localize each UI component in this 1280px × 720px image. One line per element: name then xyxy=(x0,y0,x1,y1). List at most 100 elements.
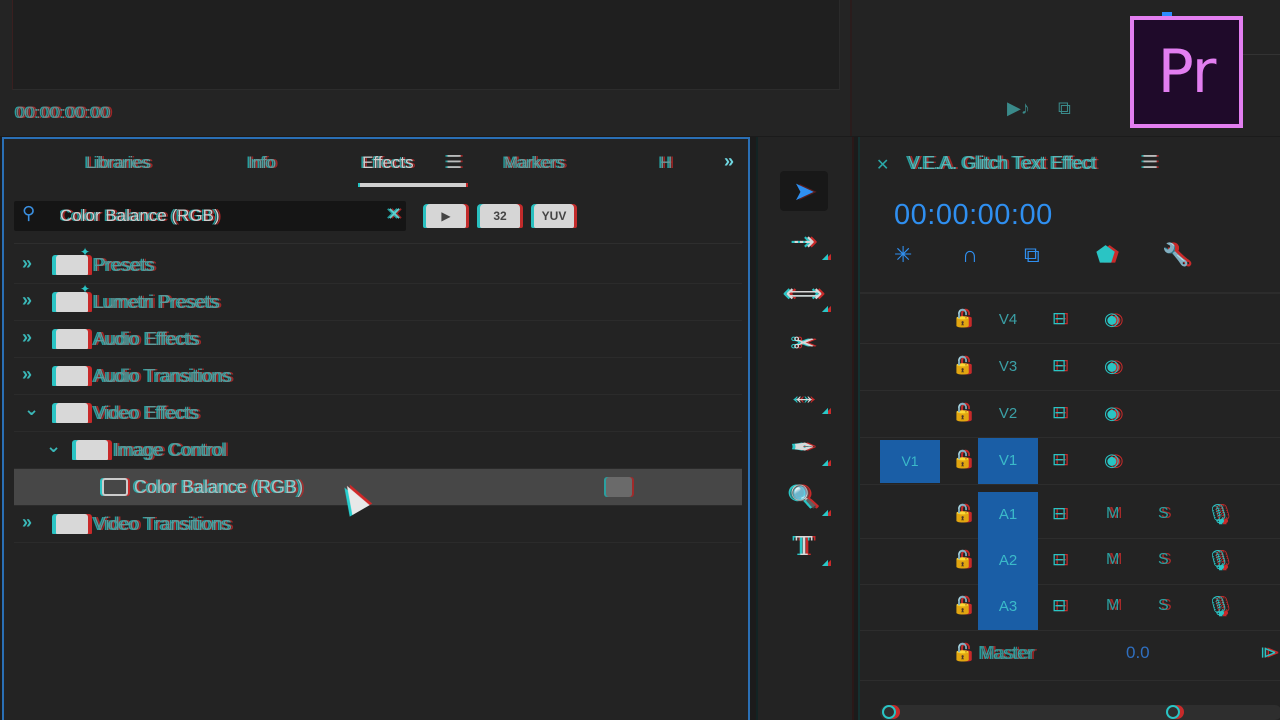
eye-icon[interactable]: ◉ xyxy=(1104,356,1120,377)
ripple-edit-tool-button[interactable]: ⟺ ◢ xyxy=(780,273,828,314)
tree-item-color-balance-rgb[interactable]: Color Balance (RGB) xyxy=(14,469,742,506)
export-frame-icon[interactable]: ⧉ xyxy=(1058,98,1071,119)
ripple-edit-icon: ⟺ xyxy=(785,277,823,308)
linked-selection-icon[interactable]: ⧉ xyxy=(1024,242,1040,268)
submenu-corner-icon: ◢ xyxy=(821,304,828,313)
clear-search-icon[interactable]: ✕ xyxy=(387,204,402,225)
lock-icon[interactable]: 🔓 xyxy=(952,309,973,329)
solo-button[interactable]: S xyxy=(1158,551,1169,569)
tab-libraries[interactable]: Libraries xyxy=(86,153,151,173)
scroll-handle-left[interactable] xyxy=(882,705,896,719)
eye-icon[interactable]: ◉ xyxy=(1104,450,1120,471)
accelerated-effects-filter-button[interactable]: ▶ xyxy=(426,204,466,228)
tree-item-presets[interactable]: » Presets xyxy=(14,245,742,284)
source-patch-v1[interactable]: V1 xyxy=(880,440,940,483)
logo-text: Pr xyxy=(1157,37,1217,107)
chevron-right-icon[interactable]: » xyxy=(22,512,32,533)
go-to-end-icon[interactable]: ⧐ xyxy=(1260,643,1277,663)
chevron-down-icon[interactable]: ⌄ xyxy=(24,399,39,420)
mute-button[interactable]: M xyxy=(1106,597,1119,615)
selection-tool-button[interactable]: ➤ xyxy=(780,171,828,211)
close-sequence-icon[interactable]: ✕ xyxy=(876,155,889,175)
scroll-handle-right[interactable] xyxy=(1166,705,1180,719)
tree-item-image-control[interactable]: ⌄ Image Control xyxy=(14,432,742,469)
track-name[interactable]: V1 xyxy=(978,438,1038,484)
lock-icon[interactable]: 🔓 xyxy=(952,356,973,376)
lock-icon[interactable]: 🔓 xyxy=(952,596,973,616)
track-name[interactable]: V3 xyxy=(978,344,1038,390)
add-marker-icon[interactable]: ⬟ xyxy=(1096,242,1115,268)
timeline-menu-icon[interactable]: ☰ xyxy=(1142,152,1158,173)
microphone-icon[interactable]: 🎙 xyxy=(1206,594,1231,619)
eye-icon[interactable]: ◉ xyxy=(1104,403,1120,424)
sequence-title[interactable]: V.E.A. Glitch Text Effect xyxy=(908,153,1097,174)
solo-button[interactable]: S xyxy=(1158,505,1169,523)
submenu-corner-icon: ◢ xyxy=(821,458,828,467)
track-name[interactable]: A3 xyxy=(978,584,1038,630)
mute-button[interactable]: M xyxy=(1106,551,1119,569)
microphone-icon[interactable]: 🎙 xyxy=(1206,548,1231,573)
track-master: 🔓 Master 0.0 ⧐ xyxy=(860,631,1280,681)
tab-info[interactable]: Info xyxy=(248,153,276,173)
sync-lock-icon[interactable]: ⊟ xyxy=(1052,596,1066,616)
timeline-zoom-scrollbar[interactable] xyxy=(880,705,1280,720)
tab-effects[interactable]: Effects xyxy=(362,153,414,173)
chevron-right-icon[interactable]: » xyxy=(22,364,32,385)
tree-item-label: Video Transitions xyxy=(94,514,232,534)
chevron-right-icon[interactable]: » xyxy=(22,253,32,274)
track-name[interactable]: A1 xyxy=(978,492,1038,538)
timeline-timecode[interactable]: 00:00:00:00 xyxy=(894,199,1053,232)
chevron-right-icon[interactable]: » xyxy=(22,290,32,311)
folder-icon xyxy=(56,514,88,534)
solo-button[interactable]: S xyxy=(1158,597,1169,615)
effect-icon xyxy=(102,478,128,496)
32-bit-filter-button[interactable]: 32 xyxy=(480,204,520,228)
track-name[interactable]: V2 xyxy=(978,391,1038,437)
settings-wrench-icon[interactable]: 🔧 xyxy=(1162,242,1189,268)
lock-icon[interactable]: 🔓 xyxy=(952,403,973,423)
sync-lock-icon[interactable]: ⊟ xyxy=(1052,309,1066,329)
track-select-tool-button[interactable]: ⇢ ◢ xyxy=(780,221,828,262)
tree-item-audio-transitions[interactable]: » Audio Transitions xyxy=(14,358,742,395)
tree-item-video-effects[interactable]: ⌄ Video Effects xyxy=(14,395,742,432)
search-input[interactable] xyxy=(60,204,380,228)
tab-markers[interactable]: Markers xyxy=(504,153,565,173)
play-audio-icon[interactable]: ▶♪ xyxy=(1007,98,1030,119)
track-name[interactable]: V4 xyxy=(978,297,1038,343)
monitor-timecode[interactable]: 00:00:00:00 xyxy=(16,103,111,123)
lock-icon[interactable]: 🔓 xyxy=(952,643,973,663)
lock-icon[interactable]: 🔓 xyxy=(952,550,973,570)
pen-tool-button[interactable]: ✒ ◢ xyxy=(780,427,828,468)
tree-item-video-transitions[interactable]: » Video Transitions xyxy=(14,506,742,543)
track-v4: 🔓 V4 ⊟ ◉ xyxy=(860,297,1280,344)
overflow-tabs-icon[interactable]: » xyxy=(724,151,734,172)
accelerated-badge-icon xyxy=(606,477,632,497)
tree-item-lumetri-presets[interactable]: » Lumetri Presets xyxy=(14,282,742,321)
chevron-down-icon[interactable]: ⌄ xyxy=(46,436,61,457)
slip-tool-button[interactable]: ↔ ◢ xyxy=(780,375,828,416)
type-tool-button[interactable]: T ◢ xyxy=(780,527,828,567)
snap-magnet-icon[interactable]: ∩ xyxy=(962,242,978,268)
razor-tool-button[interactable]: ✂ xyxy=(780,323,828,363)
track-name[interactable]: A2 xyxy=(978,538,1038,584)
lock-icon[interactable]: 🔓 xyxy=(952,450,973,470)
yuv-filter-button[interactable]: YUV xyxy=(534,204,574,228)
tab-history[interactable]: H xyxy=(660,153,672,173)
chevron-right-icon[interactable]: » xyxy=(22,327,32,348)
type-icon: T xyxy=(795,532,813,562)
panel-menu-icon[interactable]: ☰ xyxy=(446,152,462,173)
tree-item-audio-effects[interactable]: » Audio Effects xyxy=(14,321,742,358)
microphone-icon[interactable]: 🎙 xyxy=(1206,502,1231,527)
mute-button[interactable]: M xyxy=(1106,505,1119,523)
sync-lock-icon[interactable]: ⊟ xyxy=(1052,504,1066,524)
sync-lock-icon[interactable]: ⊟ xyxy=(1052,450,1066,470)
sync-lock-icon[interactable]: ⊟ xyxy=(1052,403,1066,423)
zoom-tool-button[interactable]: 🔍 ◢ xyxy=(780,477,828,517)
tools-panel: ➤ ⇢ ◢ ⟺ ◢ ✂ ↔ ◢ ✒ ◢ 🔍 ◢ T ◢ xyxy=(756,137,854,720)
sync-lock-icon[interactable]: ⊟ xyxy=(1052,356,1066,376)
master-volume[interactable]: 0.0 xyxy=(1126,643,1150,663)
sync-lock-icon[interactable]: ⊟ xyxy=(1052,550,1066,570)
nest-icon[interactable]: ✳ xyxy=(894,242,912,268)
eye-icon[interactable]: ◉ xyxy=(1104,309,1120,330)
lock-icon[interactable]: 🔓 xyxy=(952,504,973,524)
